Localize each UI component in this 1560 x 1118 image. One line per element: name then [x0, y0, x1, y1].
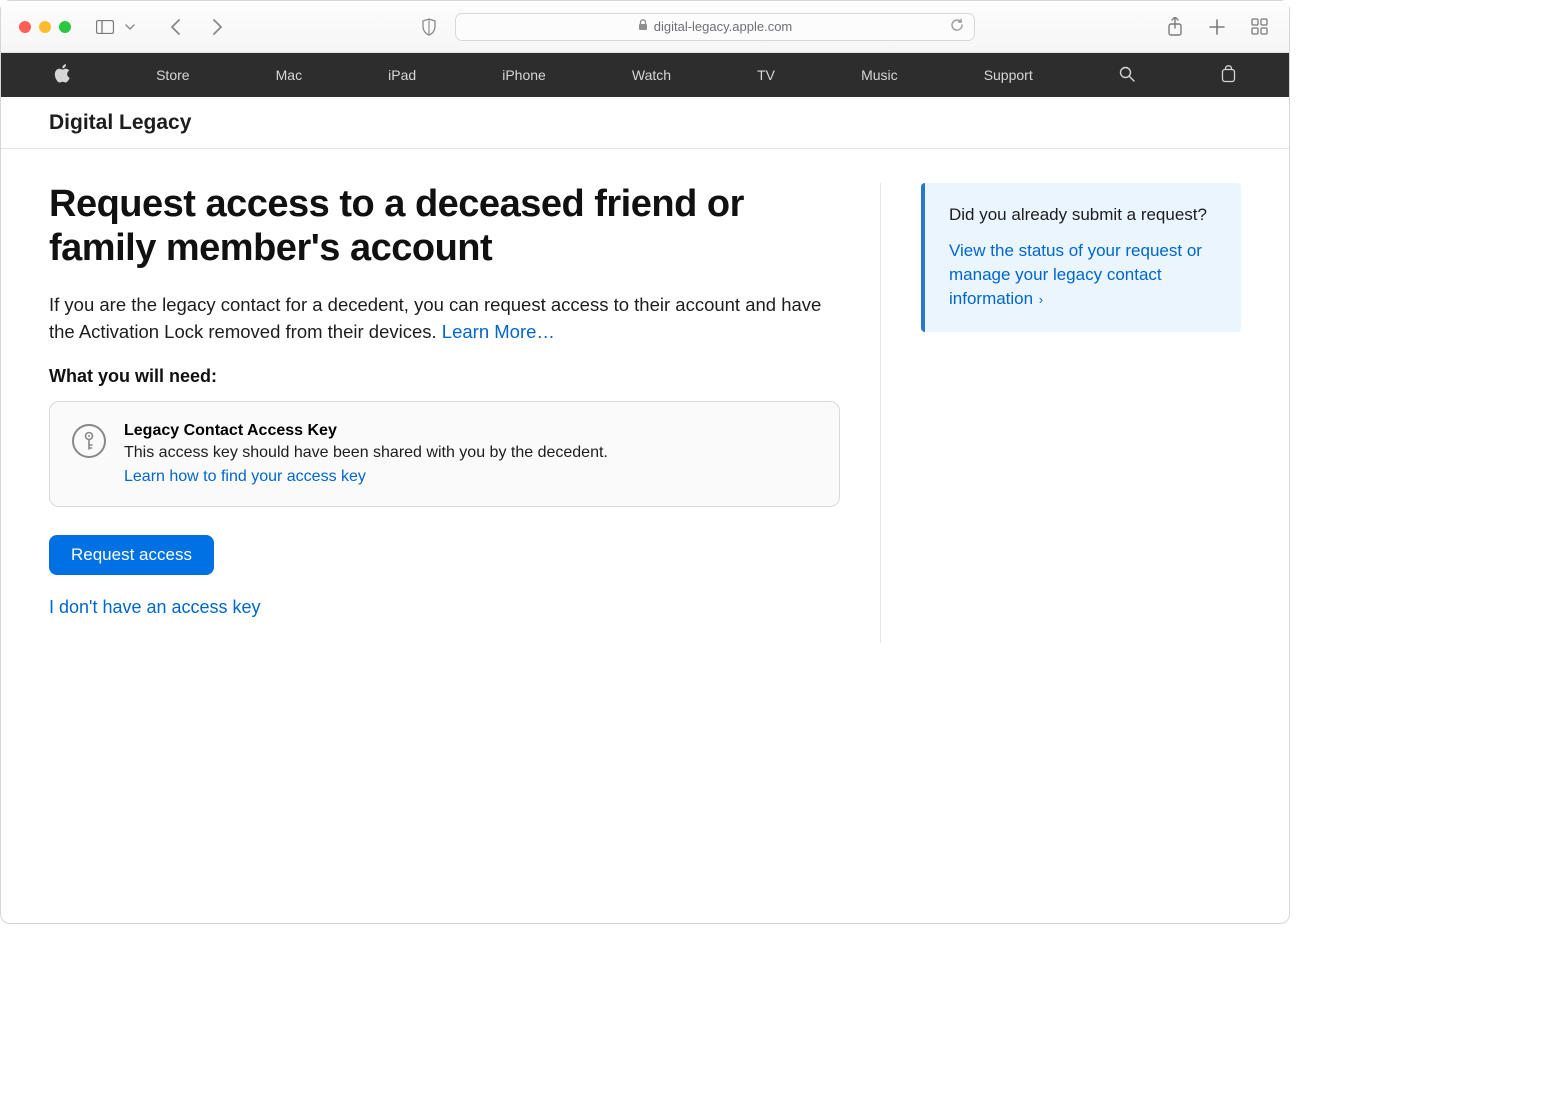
nav-item-iphone[interactable]: iPhone: [502, 67, 546, 83]
shield-icon[interactable]: [417, 15, 441, 39]
new-tab-icon[interactable]: [1205, 15, 1229, 39]
key-icon: [72, 424, 106, 458]
main-content: Request access to a deceased friend or f…: [1, 149, 1289, 643]
lock-icon: [638, 19, 648, 34]
minimize-window-button[interactable]: [39, 21, 51, 33]
find-key-link[interactable]: Learn how to find your access key: [124, 468, 366, 485]
what-you-need-label: What you will need:: [49, 366, 840, 387]
forward-button[interactable]: [205, 15, 229, 39]
access-key-desc: This access key should have been shared …: [124, 444, 608, 462]
fullscreen-window-button[interactable]: [59, 21, 71, 33]
view-status-link[interactable]: View the status of your request or manag…: [949, 241, 1202, 308]
intro-paragraph: If you are the legacy contact for a dece…: [49, 292, 840, 346]
access-key-card: Legacy Contact Access Key This access ke…: [49, 401, 840, 507]
search-icon[interactable]: [1119, 66, 1135, 85]
nav-item-tv[interactable]: TV: [757, 67, 775, 83]
chevron-down-icon[interactable]: [123, 15, 137, 39]
global-nav: Store Mac iPad iPhone Watch TV Music Sup…: [1, 53, 1289, 97]
window-controls: [19, 21, 71, 33]
back-button[interactable]: [163, 15, 187, 39]
browser-toolbar: digital-legacy.apple.com: [1, 1, 1289, 53]
nav-item-support[interactable]: Support: [984, 67, 1033, 83]
page-title: Digital Legacy: [49, 111, 191, 135]
tab-overview-icon[interactable]: [1247, 15, 1271, 39]
heading: Request access to a deceased friend or f…: [49, 183, 840, 270]
nav-item-mac[interactable]: Mac: [276, 67, 302, 83]
aside-link-text: View the status of your request or manag…: [949, 241, 1202, 308]
learn-more-link[interactable]: Learn More…: [442, 321, 555, 342]
close-window-button[interactable]: [19, 21, 31, 33]
nav-item-watch[interactable]: Watch: [632, 67, 671, 83]
aside-heading: Did you already submit a request?: [949, 205, 1217, 225]
aside: Did you already submit a request? View t…: [881, 183, 1241, 643]
request-access-button[interactable]: Request access: [49, 535, 214, 575]
address-bar[interactable]: digital-legacy.apple.com: [455, 13, 975, 41]
chevron-right-icon: ›: [1035, 292, 1043, 307]
bag-icon[interactable]: [1221, 65, 1236, 86]
local-nav: Digital Legacy: [1, 97, 1289, 149]
url-text: digital-legacy.apple.com: [654, 19, 793, 34]
access-key-title: Legacy Contact Access Key: [124, 422, 608, 440]
already-submitted-card: Did you already submit a request? View t…: [921, 183, 1241, 332]
no-access-key-link[interactable]: I don't have an access key: [49, 597, 840, 618]
sidebar-icon[interactable]: [93, 15, 117, 39]
nav-item-store[interactable]: Store: [156, 67, 189, 83]
reload-icon[interactable]: [950, 18, 964, 35]
intro-text: If you are the legacy contact for a dece…: [49, 294, 821, 342]
apple-logo[interactable]: [54, 64, 70, 86]
share-icon[interactable]: [1163, 15, 1187, 39]
nav-item-music[interactable]: Music: [861, 67, 898, 83]
nav-item-ipad[interactable]: iPad: [388, 67, 416, 83]
